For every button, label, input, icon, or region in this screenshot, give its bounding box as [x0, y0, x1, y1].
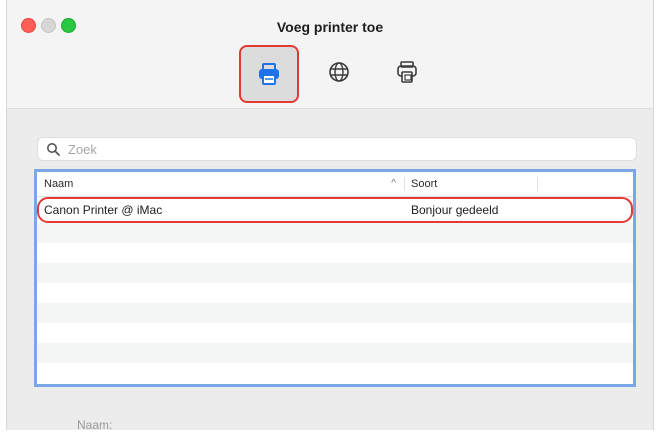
sort-ascending-icon: ^ — [391, 178, 396, 189]
windows-printer-tab[interactable] — [379, 45, 435, 99]
column-header-name[interactable]: Naam ^ — [37, 172, 404, 196]
table-header: Naam ^ Soort — [37, 172, 633, 197]
column-header-empty — [537, 177, 633, 191]
column-header-kind-label: Soort — [411, 178, 438, 190]
column-header-kind[interactable]: Soort — [404, 177, 537, 191]
title-bar: Voeg printer toe — [7, 0, 653, 109]
printer-list-panel: Naam ^ Soort Canon Printer @ iMac Bonjou… — [7, 109, 653, 432]
printer-table[interactable]: Naam ^ Soort Canon Printer @ iMac Bonjou… — [34, 169, 636, 387]
windows-printer-icon — [397, 61, 417, 83]
search-icon — [47, 143, 60, 156]
empty-row — [37, 343, 633, 363]
empty-row — [37, 323, 633, 343]
default-printer-tab[interactable] — [239, 45, 299, 103]
ip-printer-tab[interactable] — [311, 45, 367, 99]
table-body: Canon Printer @ iMac Bonjour gedeeld — [37, 197, 633, 383]
search-input[interactable] — [66, 140, 610, 158]
printer-name-cell: Canon Printer @ iMac — [44, 203, 163, 217]
printer-kind-cell: Bonjour gedeeld — [411, 203, 499, 217]
column-header-name-label: Naam — [44, 178, 74, 190]
empty-row — [37, 363, 633, 383]
add-printer-window: Voeg printer toe Zoek Naam ^ Soort Canon… — [6, 0, 654, 432]
printer-default-icon — [259, 63, 279, 85]
empty-row — [37, 223, 633, 243]
empty-row — [37, 263, 633, 283]
empty-row — [37, 303, 633, 323]
window-title: Voeg printer toe — [276, 19, 384, 35]
table-row[interactable]: Canon Printer @ iMac Bonjour gedeeld — [37, 197, 633, 223]
empty-row — [37, 243, 633, 263]
empty-row — [37, 283, 633, 303]
globe-ip-icon — [329, 62, 349, 82]
search-field[interactable] — [37, 137, 637, 161]
